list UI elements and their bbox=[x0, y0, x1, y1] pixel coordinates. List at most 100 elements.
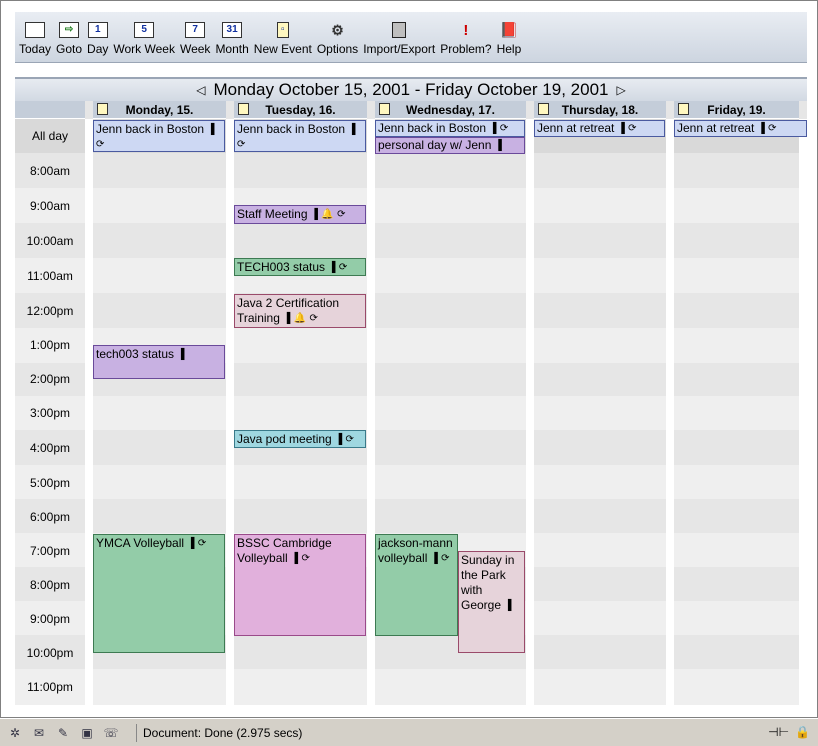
repeat-icon: ⟳ bbox=[338, 261, 348, 273]
day-calendar-icon[interactable] bbox=[379, 103, 390, 115]
day-header-wednesday[interactable]: Wednesday, 17. bbox=[375, 101, 526, 119]
grid-stripe bbox=[15, 188, 807, 223]
time-label: 7:00pm bbox=[29, 544, 71, 558]
time-label: 3:00pm bbox=[29, 406, 71, 420]
time-label: 10:00pm bbox=[26, 646, 74, 660]
event-title: tech003 status bbox=[96, 347, 175, 361]
day-calendar-icon[interactable] bbox=[238, 103, 249, 115]
column-divider bbox=[367, 119, 375, 705]
event-bssc-volleyball[interactable]: BSSC Cambridge Volleyball ▐ ⟳ bbox=[234, 534, 366, 636]
grid-stripe bbox=[15, 258, 807, 293]
date-range-title: Monday October 15, 2001 - Friday October… bbox=[213, 80, 609, 99]
repeat-icon: ⟳ bbox=[337, 208, 346, 220]
repeat-icon: ⟳ bbox=[345, 433, 354, 445]
owner-icon: ▐ bbox=[283, 312, 291, 324]
repeat-icon: ⟳ bbox=[309, 312, 318, 324]
time-label: 8:00pm bbox=[29, 578, 71, 592]
event-jackson-mann-volleyball[interactable]: jackson-mann volleyball ▐ ⟳ bbox=[375, 534, 458, 636]
today-label: Today bbox=[19, 42, 52, 56]
event-java-pod[interactable]: Java pod meeting ▐ ⟳ bbox=[234, 430, 366, 448]
goto-label: Goto bbox=[56, 42, 83, 56]
event-title: Staff Meeting bbox=[237, 207, 308, 221]
time-label: 9:00am bbox=[29, 199, 71, 213]
event-title: Jenn back in Boston bbox=[378, 121, 487, 135]
owner-icon: ▐ bbox=[187, 537, 195, 549]
browser-status-bar: ✲ ✉ ✎ ▣ ☏ Document: Done (2.975 secs) ⊣⊢… bbox=[0, 718, 818, 746]
security-lock-icon[interactable]: 🔒 bbox=[795, 725, 810, 739]
day-header-thursday[interactable]: Thursday, 18. bbox=[534, 101, 666, 119]
work-week-button[interactable]: 5 Work Week bbox=[113, 22, 175, 56]
event-title: Jenn back in Boston bbox=[237, 122, 346, 136]
day-button[interactable]: 1 Day bbox=[87, 22, 108, 56]
day-header-friday[interactable]: Friday, 19. bbox=[674, 101, 799, 119]
import-export-button[interactable]: Import/Export bbox=[363, 22, 435, 56]
options-button[interactable]: ⚙ Options bbox=[317, 22, 358, 56]
exclamation-icon: ! bbox=[463, 21, 469, 39]
week-button[interactable]: 7 Week bbox=[180, 22, 210, 56]
help-button[interactable]: 📕 Help bbox=[496, 22, 522, 57]
browser-content: Today ⇨ Goto 1 Day 5 Work Week 7 Week 31… bbox=[0, 0, 818, 718]
composer-icon[interactable]: ✎ bbox=[54, 726, 72, 740]
event-staff-meeting[interactable]: Staff Meeting ▐ 🔔 ⟳ bbox=[234, 205, 366, 224]
event-jenn-boston-tue[interactable]: Jenn back in Boston ▐ ⟳ bbox=[234, 120, 366, 152]
day-header-tuesday[interactable]: Tuesday, 16. bbox=[234, 101, 367, 119]
workweek-5-icon: 5 bbox=[134, 22, 155, 38]
event-title: TECH003 status bbox=[237, 260, 326, 274]
day-header-label: Wednesday, 17. bbox=[406, 103, 495, 117]
owner-icon: ▐ bbox=[617, 122, 625, 134]
grid-stripe bbox=[15, 396, 807, 430]
navigator-icon[interactable]: ✲ bbox=[6, 726, 24, 740]
day-calendar-icon[interactable] bbox=[97, 103, 108, 115]
calendar-toolbar: Today ⇨ Goto 1 Day 5 Work Week 7 Week 31… bbox=[15, 11, 807, 63]
event-personal-day[interactable]: personal day w/ Jenn ▐ bbox=[375, 137, 525, 154]
week-grid: Monday, 15. Tuesday, 16. Wednesday, 17. … bbox=[15, 101, 807, 705]
owner-icon: ▐ bbox=[328, 261, 336, 273]
time-label: 12:00pm bbox=[26, 304, 74, 318]
chat-icon[interactable]: ☏ bbox=[102, 726, 120, 740]
mail-icon[interactable]: ✉ bbox=[30, 726, 48, 740]
event-title: personal day w/ Jenn bbox=[378, 138, 492, 152]
goto-arrow-icon: ⇨ bbox=[59, 22, 80, 38]
date-range-bar: ◁ Monday October 15, 2001 - Friday Octob… bbox=[15, 79, 807, 101]
event-sunday-park-george[interactable]: Sunday in the Park with George ▐ bbox=[458, 551, 525, 653]
event-java2-cert[interactable]: Java 2 Certification Training ▐ 🔔 ⟳ bbox=[234, 294, 366, 328]
goto-button[interactable]: ⇨ Goto bbox=[56, 22, 82, 56]
time-label: 9:00pm bbox=[29, 612, 71, 626]
day-calendar-icon[interactable] bbox=[538, 103, 549, 115]
new-event-button[interactable]: ▫ New Event bbox=[254, 22, 312, 56]
options-label: Options bbox=[316, 42, 359, 56]
status-right: ⊣⊢ 🔒 bbox=[768, 725, 810, 739]
day-calendar-icon[interactable] bbox=[678, 103, 689, 115]
event-jenn-boston-wed[interactable]: Jenn back in Boston ▐ ⟳ bbox=[375, 120, 525, 137]
column-divider bbox=[526, 119, 534, 705]
day-header-monday[interactable]: Monday, 15. bbox=[93, 101, 226, 119]
grid-stripe bbox=[15, 465, 807, 499]
time-header bbox=[15, 101, 85, 119]
help-label: Help bbox=[496, 42, 522, 56]
month-button[interactable]: 31 Month bbox=[215, 22, 249, 56]
event-jenn-boston-mon[interactable]: Jenn back in Boston ▐ ⟳ bbox=[93, 120, 225, 152]
column-divider bbox=[85, 119, 93, 705]
time-label-allday: All day bbox=[31, 129, 69, 143]
new-event-icon: ▫ bbox=[276, 22, 289, 38]
prev-week-arrow-icon[interactable]: ◁ bbox=[188, 83, 213, 97]
day-header-label: Monday, 15. bbox=[125, 103, 194, 117]
next-week-arrow-icon[interactable]: ▷ bbox=[609, 83, 634, 97]
event-tech003-status-mon[interactable]: tech003 status ▐ bbox=[93, 345, 225, 379]
address-book-icon[interactable]: ▣ bbox=[78, 726, 96, 740]
today-button[interactable]: Today bbox=[19, 22, 51, 56]
day-1-icon: 1 bbox=[87, 22, 108, 38]
repeat-icon: ⟳ bbox=[237, 138, 246, 150]
day-header-label: Tuesday, 16. bbox=[265, 103, 336, 117]
event-ymca-volleyball[interactable]: YMCA Volleyball ▐ ⟳ bbox=[93, 534, 225, 653]
event-title: Jenn back in Boston bbox=[96, 122, 205, 136]
event-tech003-status-tue[interactable]: TECH003 status ▐ ⟳ bbox=[234, 258, 366, 276]
event-jenn-retreat-thu[interactable]: Jenn at retreat ▐ ⟳ bbox=[534, 120, 665, 137]
week-7-icon: 7 bbox=[185, 22, 206, 38]
online-connection-icon[interactable]: ⊣⊢ bbox=[768, 725, 789, 739]
event-jenn-retreat-fri[interactable]: Jenn at retreat ▐ ⟳ bbox=[674, 120, 807, 137]
event-title: Jenn at retreat bbox=[677, 121, 755, 135]
owner-icon: ▐ bbox=[489, 122, 497, 134]
owner-icon: ▐ bbox=[207, 123, 215, 135]
problem-button[interactable]: ! Problem? bbox=[440, 21, 491, 57]
